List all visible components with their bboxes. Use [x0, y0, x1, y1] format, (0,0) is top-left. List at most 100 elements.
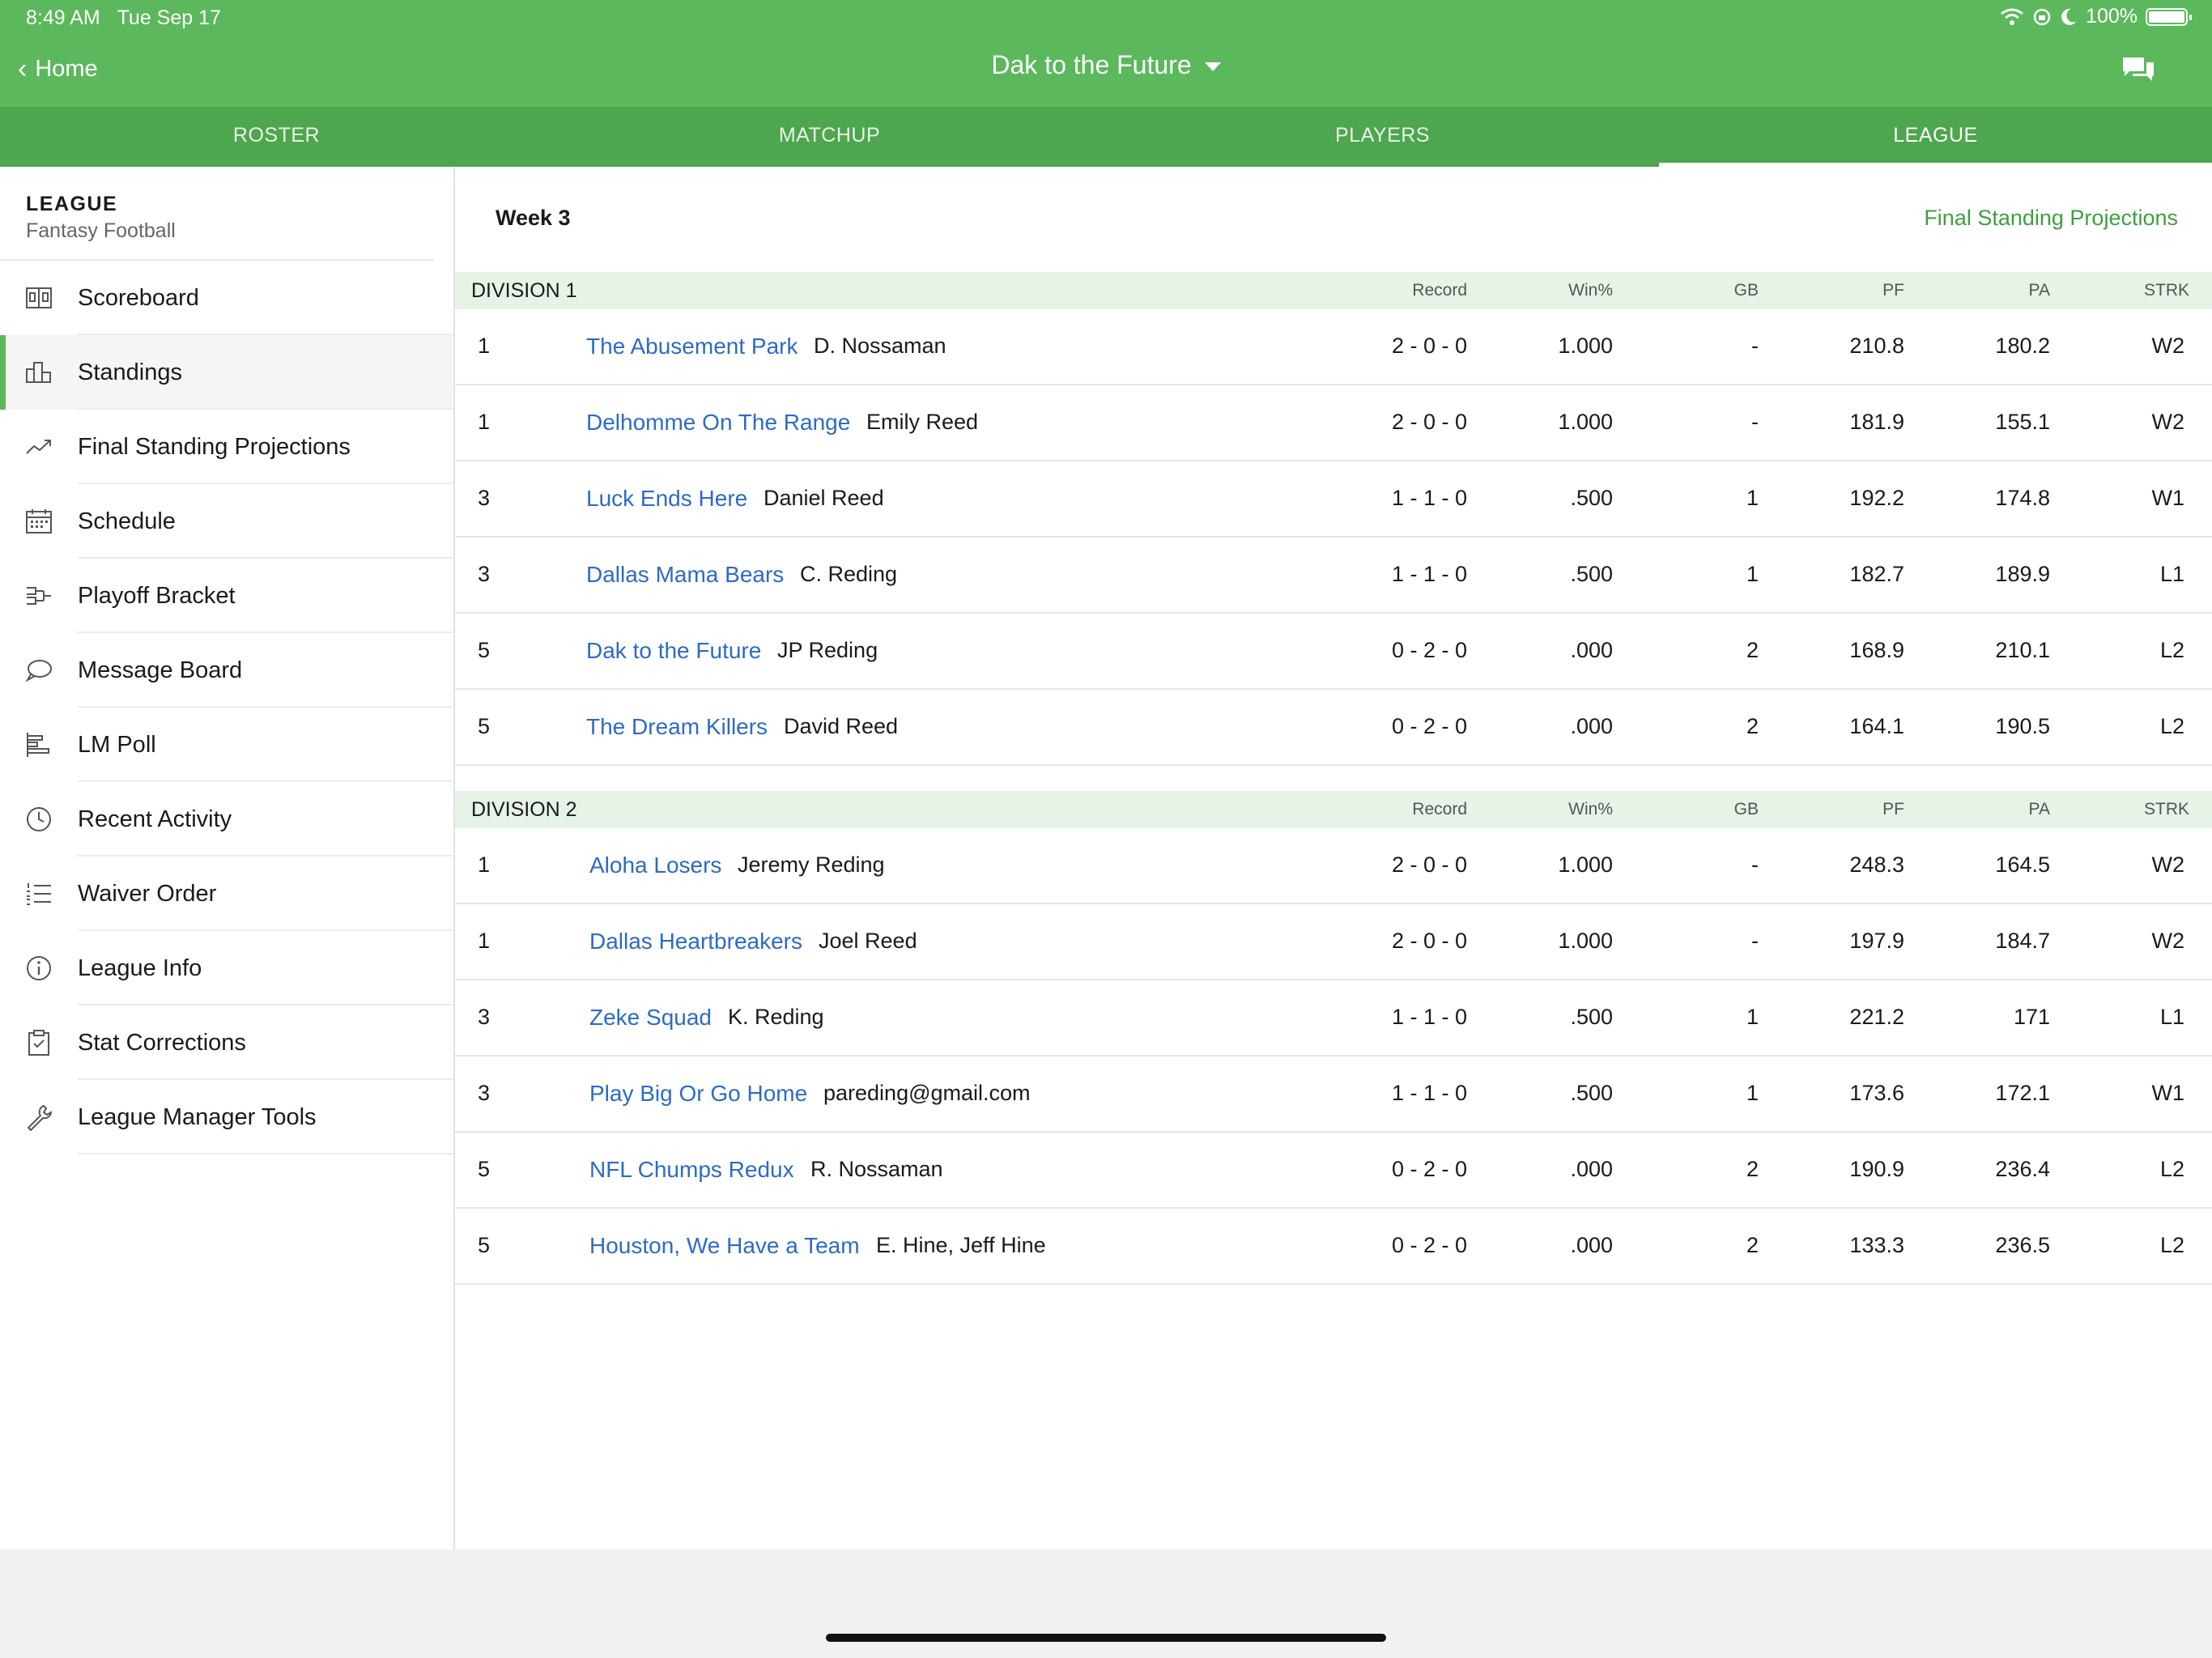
team-link[interactable]: Dak to the Future: [586, 638, 761, 664]
column-header-record: Record: [1412, 800, 1467, 818]
table-row[interactable]: 1 The Abusement Park D. Nossaman 2 - 0 - 0 1…: [455, 309, 2212, 385]
sidebar-item-playoff-bracket[interactable]: Playoff Bracket: [0, 559, 453, 633]
sidebar-item-standings[interactable]: Standings: [0, 335, 453, 410]
column-header-gb: GB: [1733, 800, 1759, 818]
status-time: 8:49 AM Tue Sep 17: [26, 6, 221, 29]
cell-record: 1 - 1 - 0: [1391, 562, 1467, 586]
cell-gb: -: [1751, 929, 1759, 953]
team-link[interactable]: Houston, We Have a Team: [589, 1233, 860, 1259]
sidebar-item-label: Schedule: [78, 508, 176, 534]
team-link[interactable]: Zeke Squad: [589, 1005, 712, 1031]
cell-pa: 189.9: [1995, 562, 2050, 586]
column-header-strk: STRK: [2143, 281, 2189, 300]
cell-pa: 171: [2013, 1005, 2050, 1029]
cell-record: 0 - 2 - 0: [1391, 638, 1467, 662]
table-row[interactable]: 1 Aloha Losers Jeremy Reding 2 - 0 - 0 1.000…: [455, 828, 2212, 904]
team-link[interactable]: Dallas Heartbreakers: [589, 929, 802, 954]
owner-name: Joel Reed: [819, 929, 917, 953]
table-row[interactable]: 5 Houston, We Have a Team E. Hine, Jeff Hi…: [455, 1209, 2212, 1285]
tab-players[interactable]: PLAYERS: [1106, 107, 1659, 167]
cell-record: 0 - 2 - 0: [1391, 714, 1467, 738]
sidebar-item-final-standing-projections[interactable]: Final Standing Projections: [0, 410, 453, 484]
table-row[interactable]: 3 Dallas Mama Bears C. Reding 1 - 1 - 0 .500…: [455, 538, 2212, 614]
cell-strk: L2: [2159, 638, 2184, 662]
sidebar-item-label: League Info: [78, 954, 202, 981]
sidebar-item-scoreboard[interactable]: Scoreboard: [0, 261, 453, 335]
cell-gb: 1: [1746, 1005, 1759, 1029]
home-indicator[interactable]: [826, 1634, 1386, 1642]
table-row[interactable]: 5 The Dream Killers David Reed 0 - 2 - 0 .00…: [455, 690, 2212, 766]
team-link[interactable]: The Dream Killers: [586, 714, 768, 740]
scoreboard-icon: [26, 287, 52, 308]
division-header: DIVISION 2 Record Win% GB PF PA STRK: [455, 791, 2212, 828]
sidebar-item-league-manager-tools[interactable]: League Manager Tools: [0, 1080, 453, 1154]
cell-win-pct: .000: [1570, 1233, 1613, 1257]
sidebar-item-label: LM Poll: [78, 731, 156, 758]
table-row[interactable]: 5 Dak to the Future JP Reding 0 - 2 - 0 .000…: [455, 614, 2212, 690]
team-link[interactable]: Delhomme On The Range: [586, 410, 850, 436]
owner-name: Jeremy Reding: [738, 852, 885, 877]
cell-gb: 1: [1746, 1081, 1759, 1105]
sidebar-item-recent-activity[interactable]: Recent Activity: [0, 782, 453, 857]
rank: 5: [478, 1233, 491, 1257]
column-header-pa: PA: [2028, 281, 2050, 300]
cell-gb: -: [1751, 334, 1759, 358]
team-link[interactable]: NFL Chumps Redux: [589, 1157, 794, 1183]
cell-record: 0 - 2 - 0: [1391, 1157, 1467, 1181]
rank: 1: [478, 334, 491, 358]
sidebar-item-lm-poll[interactable]: LM Poll: [0, 708, 453, 782]
column-header-win-pct: Win%: [1568, 800, 1613, 818]
final-standing-projections-link[interactable]: Final Standing Projections: [1924, 206, 2178, 231]
table-row[interactable]: 5 NFL Chumps Redux R. Nossaman 0 - 2 - 0 .00…: [455, 1133, 2212, 1209]
team-link[interactable]: Aloha Losers: [589, 852, 721, 878]
division-block: DIVISION 2 Record Win% GB PF PA STRK 1 Aloha Los…: [455, 791, 2212, 1285]
sidebar-item-league-info[interactable]: League Info: [0, 931, 453, 1005]
tab-roster[interactable]: ROSTER: [0, 107, 553, 167]
table-row[interactable]: 1 Dallas Heartbreakers Joel Reed 2 - 0 - 0 1…: [455, 904, 2212, 980]
cell-record: 2 - 0 - 0: [1391, 334, 1467, 358]
tab-league[interactable]: LEAGUE: [1659, 107, 2212, 167]
sidebar-item-message-board[interactable]: Message Board: [0, 633, 453, 708]
orientation-lock-icon: [2033, 8, 2051, 25]
rank: 3: [478, 1081, 491, 1105]
cell-win-pct: 1.000: [1558, 410, 1613, 434]
cell-record: 1 - 1 - 0: [1391, 1081, 1467, 1105]
team-link[interactable]: Luck Ends Here: [586, 486, 747, 512]
sidebar-item-schedule[interactable]: Schedule: [0, 484, 453, 559]
cell-pa: 236.4: [1995, 1157, 2050, 1181]
cell-strk: W1: [2151, 486, 2185, 510]
rank: 5: [478, 714, 491, 738]
column-header-gb: GB: [1733, 281, 1759, 300]
numbered-list-icon: [27, 883, 51, 905]
table-row[interactable]: 3 Play Big Or Go Home pareding@gmail.com 1 …: [455, 1056, 2212, 1133]
sidebar-item-waiver-order[interactable]: Waiver Order: [0, 857, 453, 931]
cell-record: 1 - 1 - 0: [1391, 486, 1467, 510]
sidebar-item-stat-corrections[interactable]: Stat Corrections: [0, 1005, 453, 1080]
team-link[interactable]: Play Big Or Go Home: [589, 1081, 807, 1107]
sidebar-item-label: Recent Activity: [78, 806, 232, 832]
chat-icon[interactable]: [2121, 55, 2155, 83]
owner-name: JP Reding: [777, 638, 878, 662]
cell-record: 2 - 0 - 0: [1391, 929, 1467, 953]
sidebar-item-label: Stat Corrections: [78, 1029, 246, 1056]
table-row[interactable]: 3 Zeke Squad K. Reding 1 - 1 - 0 .500 1 221.2 1…: [455, 980, 2212, 1056]
cell-win-pct: .500: [1570, 1005, 1613, 1029]
cell-strk: W2: [2151, 334, 2185, 358]
rank: 1: [478, 410, 491, 434]
owner-name: D. Nossaman: [814, 334, 946, 358]
column-header-record: Record: [1412, 281, 1467, 300]
cell-pf: 210.8: [1849, 334, 1904, 358]
cell-pa: 172.1: [1995, 1081, 2050, 1105]
tab-matchup[interactable]: MATCHUP: [553, 107, 1106, 167]
cell-record: 2 - 0 - 0: [1391, 852, 1467, 877]
column-header-pf: PF: [1882, 800, 1904, 818]
team-link[interactable]: The Abusement Park: [586, 334, 798, 359]
owner-name: pareding@gmail.com: [823, 1081, 1031, 1105]
cell-pa: 190.5: [1995, 714, 2050, 738]
sidebar-header: LEAGUE Fantasy Football: [0, 167, 434, 261]
division-block: DIVISION 1 Record Win% GB PF PA STRK 1 The Abuse…: [455, 272, 2212, 766]
table-row[interactable]: 1 Delhomme On The Range Emily Reed 2 - 0 - …: [455, 385, 2212, 461]
table-row[interactable]: 3 Luck Ends Here Daniel Reed 1 - 1 - 0 .500 1…: [455, 461, 2212, 538]
team-link[interactable]: Dallas Mama Bears: [586, 562, 784, 588]
team-selector[interactable]: Dak to the Future: [0, 50, 2212, 80]
